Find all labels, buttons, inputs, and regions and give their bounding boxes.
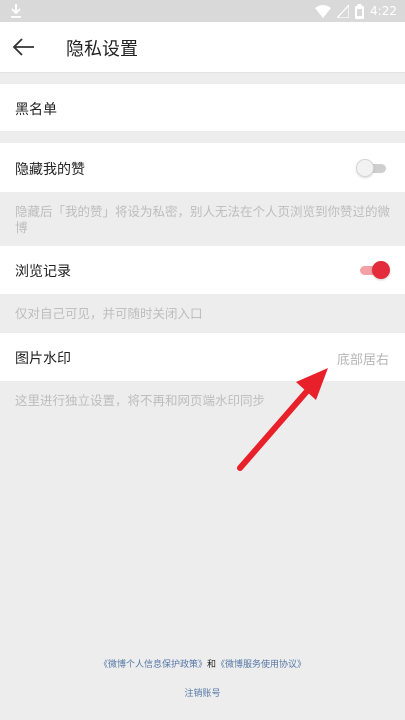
footer-agreements: 《微博个人信息保护政策》和《微博服务使用协议》 xyxy=(0,657,405,670)
privacy-policy-link[interactable]: 《微博个人信息保护政策》 xyxy=(99,660,207,670)
browse-history-note: 仅对自己可见，并可随时关闭入口 xyxy=(15,306,203,321)
blacklist-row[interactable]: 黑名单 xyxy=(0,84,405,131)
image-watermark-label: 图片水印 xyxy=(15,351,71,367)
hide-likes-toggle[interactable] xyxy=(356,156,388,180)
hide-likes-label: 隐藏我的赞 xyxy=(15,162,85,178)
hide-likes-row: 隐藏我的赞 xyxy=(0,143,405,192)
browse-history-row: 浏览记录 xyxy=(0,246,405,294)
image-watermark-row[interactable]: 图片水印 底部居右 xyxy=(0,333,405,381)
status-bar: 4:22 xyxy=(0,0,405,22)
status-time: 4:22 xyxy=(370,4,397,18)
hide-likes-note: 隐藏后「我的赞」将设为私密，别人无法在个人页浏览到你赞过的微博 xyxy=(15,204,391,235)
browse-history-toggle[interactable] xyxy=(358,258,390,282)
signal-icon xyxy=(337,4,350,18)
cancel-account-container: 注销账号 xyxy=(0,686,405,699)
footer-conjunction: 和 xyxy=(206,660,216,670)
status-icons: 4:22 xyxy=(315,3,397,19)
page-title: 隐私设置 xyxy=(66,39,138,60)
cancel-account-link[interactable]: 注销账号 xyxy=(184,689,220,699)
download-icon xyxy=(11,4,21,18)
app-bar: 隐私设置 xyxy=(0,22,405,73)
toggle-knob xyxy=(372,261,390,279)
browse-history-label: 浏览记录 xyxy=(15,264,71,280)
toggle-knob xyxy=(356,159,374,177)
image-watermark-value: 底部居右 xyxy=(336,353,389,368)
image-watermark-note: 这里进行独立设置，将不再和网页端水印同步 xyxy=(15,393,266,408)
blacklist-label: 黑名单 xyxy=(15,102,57,118)
battery-icon xyxy=(355,3,365,19)
wifi-icon xyxy=(315,4,332,18)
arrow-left-icon[interactable] xyxy=(12,36,36,58)
service-agreement-link[interactable]: 《微博服务使用协议》 xyxy=(216,660,306,670)
